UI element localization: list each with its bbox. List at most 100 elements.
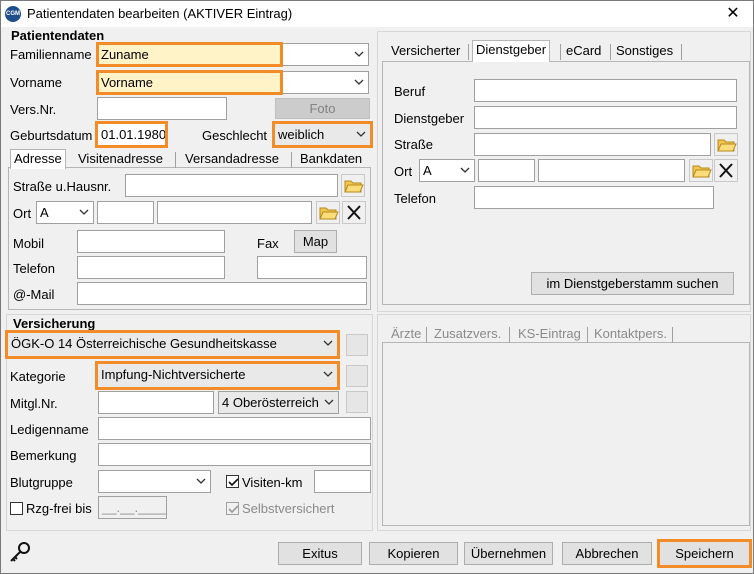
- folder-open-icon[interactable]: [714, 133, 738, 156]
- geburtsdatum-label: Geburtsdatum: [10, 128, 93, 143]
- ledigenname-input[interactable]: [98, 417, 371, 440]
- bemerkung-label: Bemerkung: [10, 448, 77, 463]
- chevron-down-icon: [354, 79, 364, 85]
- selbstversichert-label: Selbstversichert: [242, 501, 335, 516]
- blutgruppe-combo[interactable]: [98, 470, 211, 493]
- chevron-down-icon: [196, 478, 206, 484]
- telefon-input[interactable]: [77, 256, 225, 279]
- dg-ort-input[interactable]: [538, 159, 685, 182]
- tab-dienstgeber[interactable]: Dienstgeber: [472, 40, 551, 62]
- dg-telefon-input[interactable]: [474, 186, 714, 209]
- ort-country-value: A: [40, 205, 49, 220]
- strasse-label: Straße u.Hausnr.: [13, 179, 112, 194]
- geschlecht-value: weiblich: [278, 127, 325, 142]
- kategorie-extra-button[interactable]: [346, 365, 368, 387]
- kasse-combo[interactable]: ÖGK-O 14 Österreichische Gesundheitskass…: [5, 330, 340, 359]
- chevron-down-icon: [323, 340, 333, 346]
- fax-input[interactable]: [257, 256, 367, 279]
- title-bar: CGM Patientendaten bearbeiten (AKTIVER E…: [1, 1, 753, 27]
- dialog-window: CGM Patientendaten bearbeiten (AKTIVER E…: [0, 0, 754, 574]
- tab-versicherter[interactable]: Versicherter: [388, 42, 463, 62]
- clear-x-icon[interactable]: [342, 201, 366, 224]
- folder-open-icon[interactable]: [341, 174, 365, 197]
- mobil-input[interactable]: [77, 230, 225, 253]
- tab-visitenadresse[interactable]: Visitenadresse: [75, 150, 166, 170]
- mobil-label: Mobil: [13, 236, 45, 251]
- chevron-down-icon: [323, 371, 333, 377]
- familienname-label: Familienname: [10, 47, 92, 62]
- patientendaten-title: Patientendaten: [11, 28, 105, 43]
- dg-strasse-input[interactable]: [474, 133, 711, 156]
- chevron-down-icon: [460, 167, 470, 173]
- dienstgeber-input[interactable]: [474, 106, 737, 129]
- bundesland-combo[interactable]: 4 Oberösterreich: [218, 391, 339, 414]
- rzg-label: Rzg-frei bis: [26, 501, 92, 516]
- blutgruppe-label: Blutgruppe: [10, 475, 73, 490]
- ort-input[interactable]: [157, 201, 312, 224]
- ort-country-combo[interactable]: A: [36, 201, 94, 224]
- geschlecht-combo[interactable]: weiblich: [272, 121, 373, 148]
- versnr-input[interactable]: [97, 97, 227, 120]
- mitglnr-input[interactable]: [98, 391, 214, 414]
- dienstgeber-label: Dienstgeber: [394, 111, 465, 126]
- tab-ks-eintrag[interactable]: KS-Eintrag: [515, 325, 584, 345]
- geburtsdatum-input[interactable]: 01.01.1980: [95, 121, 168, 148]
- dg-ort-country-value: A: [423, 163, 432, 178]
- dg-telefon-label: Telefon: [394, 191, 436, 206]
- dg-plz-input[interactable]: [478, 159, 535, 182]
- tab-sonstiges[interactable]: Sonstiges: [613, 42, 676, 62]
- beruf-input[interactable]: [474, 79, 737, 102]
- dg-ort-country-combo[interactable]: A: [419, 159, 475, 182]
- tab-versandadresse[interactable]: Versandadresse: [182, 150, 282, 170]
- dg-ort-label: Ort: [394, 164, 413, 179]
- abbrechen-button[interactable]: Abbrechen: [562, 542, 652, 565]
- exitus-button[interactable]: Exitus: [278, 542, 362, 565]
- clear-x-icon[interactable]: [714, 159, 738, 182]
- foto-button[interactable]: Foto: [275, 98, 370, 119]
- selbstversichert-checkbox[interactable]: [226, 502, 239, 515]
- kategorie-label: Kategorie: [10, 369, 66, 384]
- mail-input[interactable]: [77, 282, 367, 305]
- dienstgeberstamm-search-button[interactable]: im Dienstgeberstamm suchen: [531, 272, 734, 295]
- chevron-down-icon: [354, 51, 364, 57]
- mail-label: @-Mail: [13, 287, 55, 302]
- geschlecht-label: Geschlecht: [202, 128, 268, 143]
- versnr-label: Vers.Nr.: [10, 102, 57, 117]
- visiten-km-input[interactable]: [314, 470, 371, 493]
- mitglnr-label: Mitgl.Nr.: [10, 396, 58, 411]
- visiten-km-checkbox[interactable]: [226, 475, 239, 488]
- key-icon[interactable]: [7, 541, 33, 565]
- ort-label: Ort: [13, 206, 32, 221]
- visiten-km-label: Visiten-km: [242, 475, 303, 490]
- ledigenname-label: Ledigenname: [10, 422, 89, 437]
- mitglnr-extra-button[interactable]: [346, 391, 368, 413]
- rzg-date-input[interactable]: __.__.____: [98, 496, 167, 519]
- folder-open-icon[interactable]: [316, 201, 340, 224]
- kasse-extra-button[interactable]: [346, 334, 368, 356]
- window-title: Patientendaten bearbeiten (AKTIVER Eintr…: [27, 6, 293, 21]
- rzg-checkbox[interactable]: [10, 502, 23, 515]
- kasse-value: ÖGK-O 14 Österreichische Gesundheitskass…: [11, 336, 277, 351]
- uebernehmen-button[interactable]: Übernehmen: [464, 542, 553, 565]
- bundesland-value: 4 Oberösterreich: [222, 395, 319, 410]
- tab-ecard[interactable]: eCard: [563, 42, 604, 62]
- telefon-label: Telefon: [13, 261, 55, 276]
- strasse-input[interactable]: [125, 174, 338, 197]
- tab-adresse[interactable]: Adresse: [10, 149, 66, 169]
- bemerkung-input[interactable]: [98, 443, 371, 466]
- tab-kontaktpers[interactable]: Kontaktpers.: [591, 325, 670, 345]
- tab-aerzte[interactable]: Ärzte: [388, 325, 424, 345]
- tab-zusatzvers[interactable]: Zusatzvers.: [431, 325, 504, 345]
- tab-bankdaten[interactable]: Bankdaten: [297, 150, 365, 170]
- kategorie-combo[interactable]: Impfung-Nichtversicherte: [95, 361, 340, 390]
- familienname-highlight: [96, 42, 283, 67]
- app-logo-icon: CGM: [5, 6, 21, 22]
- map-button[interactable]: Map: [294, 230, 337, 253]
- lower-right-panel: [382, 342, 750, 526]
- close-icon[interactable]: ✕: [713, 1, 753, 27]
- folder-open-icon[interactable]: [689, 159, 713, 182]
- plz-input[interactable]: [97, 201, 154, 224]
- kopieren-button[interactable]: Kopieren: [369, 542, 458, 565]
- speichern-button[interactable]: Speichern: [657, 539, 752, 568]
- chevron-down-icon: [79, 209, 89, 215]
